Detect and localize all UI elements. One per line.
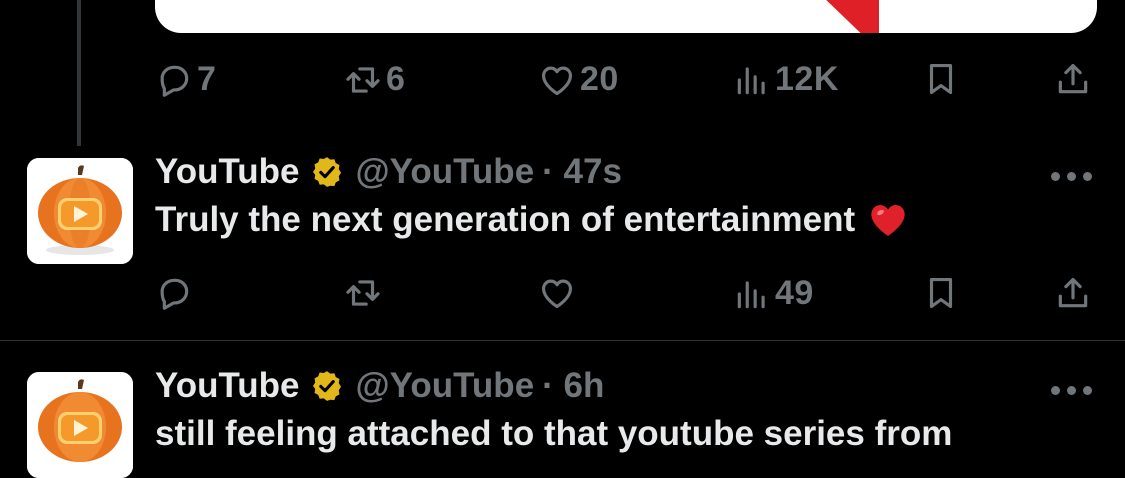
pumpkin-youtube-avatar bbox=[27, 158, 133, 264]
thread-line bbox=[77, 0, 81, 146]
like-icon bbox=[541, 279, 573, 309]
author-handle[interactable]: @YouTube bbox=[356, 152, 535, 192]
author-name[interactable]: YouTube bbox=[155, 152, 300, 192]
bookmark-button[interactable] bbox=[922, 274, 960, 312]
share-button[interactable] bbox=[1054, 274, 1092, 312]
share-icon bbox=[1058, 277, 1088, 308]
verified-badge-icon bbox=[312, 371, 341, 401]
more-icon bbox=[1051, 386, 1060, 395]
tweet-divider bbox=[0, 340, 1125, 341]
tweet-text: Truly the next generation of entertainme… bbox=[155, 200, 856, 239]
reply-icon bbox=[160, 65, 189, 97]
like-icon bbox=[541, 66, 573, 95]
tweet-header: YouTube @YouTube · 6h bbox=[155, 366, 604, 406]
red-heart-emoji-icon bbox=[871, 205, 905, 236]
bookmark-icon bbox=[929, 63, 953, 95]
author-name[interactable]: YouTube bbox=[155, 366, 300, 406]
repost-icon bbox=[346, 66, 380, 93]
timestamp[interactable]: · 6h bbox=[542, 366, 604, 406]
reply-icon bbox=[160, 278, 189, 310]
repost-icon bbox=[346, 280, 380, 306]
timestamp[interactable]: · 47s bbox=[542, 152, 622, 192]
like-button[interactable] bbox=[538, 274, 576, 312]
pumpkin-youtube-avatar bbox=[27, 372, 133, 478]
views-icon bbox=[737, 66, 765, 94]
views-icon bbox=[737, 280, 765, 308]
tweet-header: YouTube @YouTube · 47s bbox=[155, 152, 622, 192]
author-handle[interactable]: @YouTube bbox=[356, 366, 535, 406]
views-count: 49 bbox=[775, 274, 814, 312]
repost-count: 6 bbox=[386, 60, 406, 98]
views-button[interactable]: 12K bbox=[733, 60, 839, 99]
more-options-button[interactable] bbox=[1051, 386, 1092, 395]
tweet-text-row: Truly the next generation of entertainme… bbox=[155, 200, 909, 240]
tweet-media-image[interactable] bbox=[155, 0, 1097, 33]
share-icon bbox=[1058, 63, 1088, 94]
repost-button[interactable]: 6 bbox=[344, 60, 405, 99]
more-icon bbox=[1051, 172, 1060, 181]
avatar[interactable] bbox=[27, 158, 133, 264]
repost-button[interactable] bbox=[344, 274, 382, 312]
tweet-text: still feeling attached to that youtube s… bbox=[155, 414, 953, 453]
more-options-button[interactable] bbox=[1051, 172, 1092, 181]
bookmark-button[interactable] bbox=[922, 60, 960, 98]
reply-count: 7 bbox=[197, 60, 217, 98]
views-count: 12K bbox=[775, 60, 839, 98]
share-button[interactable] bbox=[1054, 60, 1092, 98]
verified-badge-icon bbox=[312, 157, 341, 187]
like-count: 20 bbox=[580, 60, 619, 98]
views-button[interactable]: 49 bbox=[733, 274, 814, 313]
like-button[interactable]: 20 bbox=[538, 60, 619, 99]
media-red-shape bbox=[795, 0, 879, 33]
reply-button[interactable] bbox=[155, 274, 193, 312]
avatar[interactable] bbox=[27, 372, 133, 478]
reply-button[interactable]: 7 bbox=[155, 60, 216, 99]
bookmark-icon bbox=[929, 277, 953, 309]
